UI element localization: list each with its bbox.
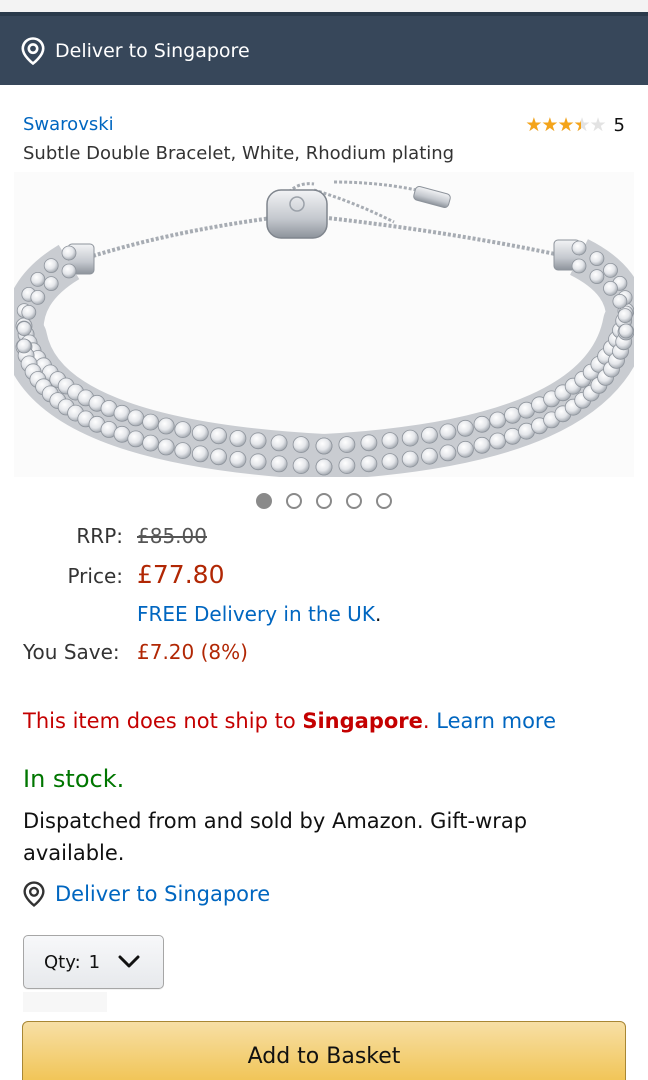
carousel-dot[interactable] bbox=[376, 493, 392, 509]
shipping-notice-location: Singapore bbox=[302, 709, 423, 733]
stock-status: In stock. bbox=[23, 765, 125, 793]
quantity-select[interactable]: Qty: 1 bbox=[23, 935, 164, 989]
shipping-notice: This item does not ship to Singapore. Le… bbox=[23, 709, 556, 733]
price-value: £77.80 bbox=[137, 560, 225, 589]
carousel-dot[interactable] bbox=[316, 493, 332, 509]
you-save-value: £7.20 (8%) bbox=[137, 640, 248, 664]
carousel-dot[interactable] bbox=[346, 493, 362, 509]
deliver-to-bar[interactable]: Deliver to Singapore bbox=[0, 16, 648, 85]
price-block: RRP: £85.00 Price: £77.80 FREE Delivery … bbox=[23, 524, 381, 676]
carousel-dots[interactable] bbox=[0, 493, 648, 509]
deliver-to-text: Deliver to Singapore bbox=[55, 882, 271, 906]
location-pin-icon bbox=[23, 881, 45, 907]
add-to-basket-label: Add to Basket bbox=[247, 1044, 401, 1069]
learn-more-link[interactable]: Learn more bbox=[436, 709, 556, 733]
quantity-label: Qty: bbox=[44, 951, 81, 973]
deliver-to-link[interactable]: Deliver to Singapore bbox=[23, 881, 270, 907]
carousel-dot[interactable] bbox=[286, 493, 302, 509]
quantity-shadow bbox=[23, 992, 107, 1012]
rrp-value: £85.00 bbox=[137, 524, 207, 548]
location-pin-icon bbox=[21, 36, 45, 65]
star-rating[interactable]: ★★★★★ ★★★★★ 5 bbox=[525, 114, 625, 136]
free-delivery-link[interactable]: FREE Delivery in the UK bbox=[137, 602, 375, 626]
free-delivery-suffix: . bbox=[374, 602, 382, 626]
shipping-notice-prefix: This item does not ship to bbox=[23, 709, 303, 733]
price-label: Price: bbox=[67, 564, 123, 588]
add-to-basket-button[interactable]: Add to Basket bbox=[22, 1021, 626, 1080]
chevron-down-icon bbox=[118, 955, 140, 968]
dispatch-info: Dispatched from and sold by Amazon. Gift… bbox=[23, 809, 528, 865]
rrp-label: RRP: bbox=[76, 524, 123, 548]
quantity-value: 1 bbox=[88, 951, 101, 973]
carousel-dot[interactable] bbox=[256, 493, 272, 509]
stars-filled-icon: ★★★★★ bbox=[525, 114, 581, 136]
status-strip bbox=[0, 0, 648, 12]
rating-count: 5 bbox=[613, 114, 625, 136]
product-title: Subtle Double Bracelet, White, Rhodium p… bbox=[23, 143, 455, 164]
you-save-label: You Save: bbox=[23, 640, 120, 664]
shipping-notice-suffix: . bbox=[422, 709, 437, 733]
brand-link[interactable]: Swarovski bbox=[23, 114, 114, 135]
deliver-to-label: Deliver to Singapore bbox=[55, 39, 250, 62]
rating-stars: ★★★★★ ★★★★★ bbox=[525, 114, 606, 136]
product-image[interactable] bbox=[14, 172, 634, 477]
